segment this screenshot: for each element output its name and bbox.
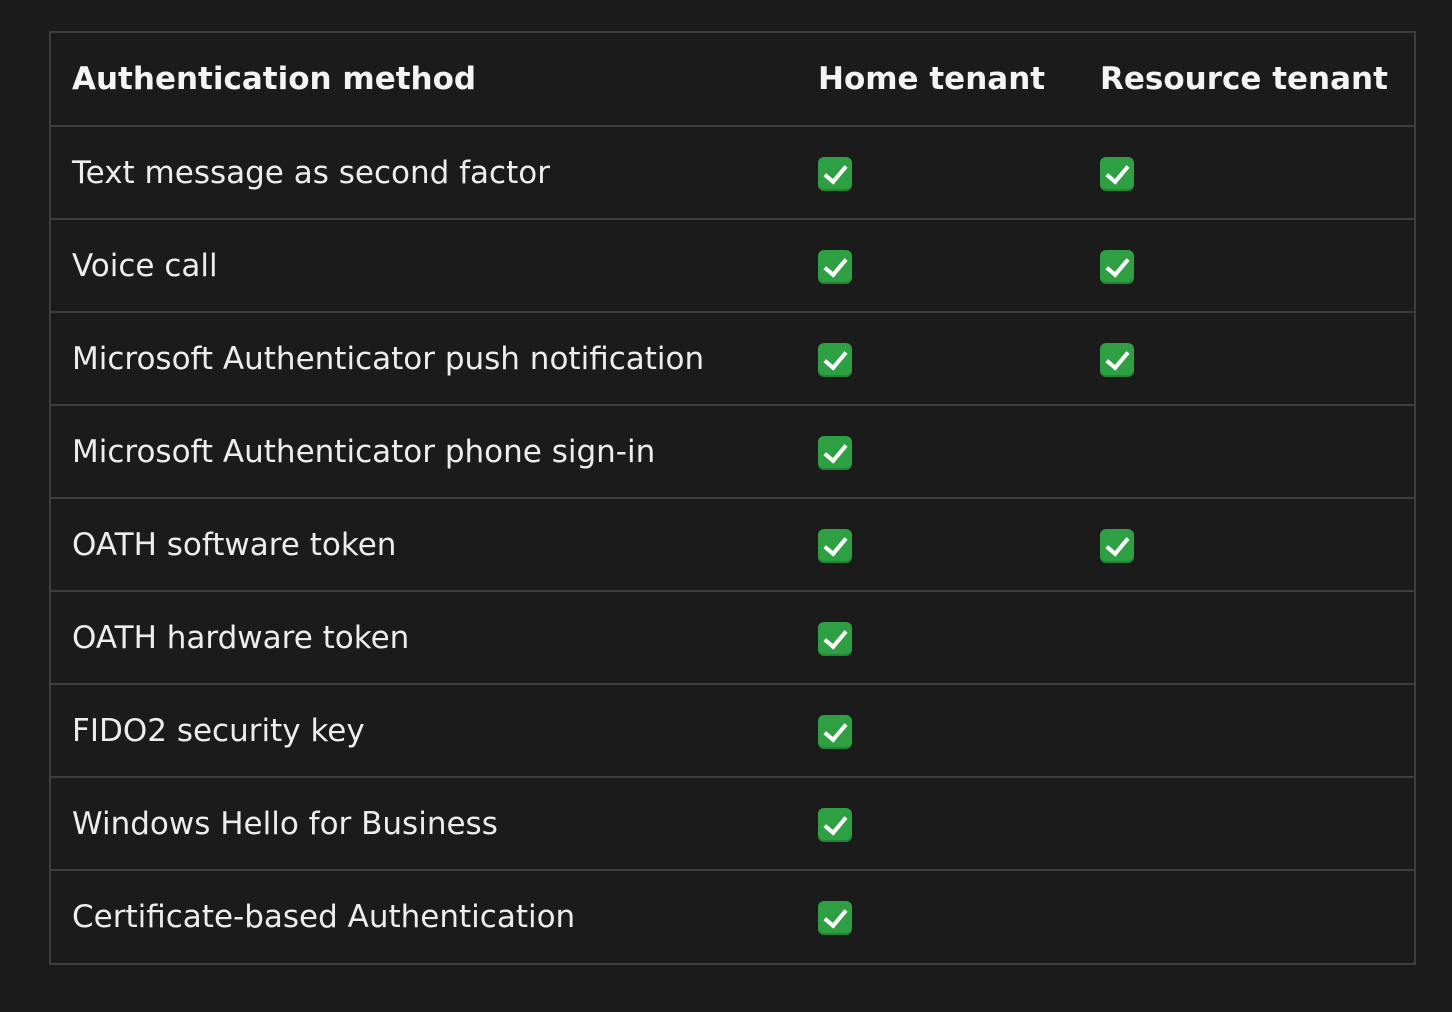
check-mark-button-icon [818, 156, 852, 191]
check-mark-button-icon [818, 435, 852, 470]
table-row: OATH hardware token [51, 590, 1414, 684]
header-home-tenant: Home tenant [797, 33, 1079, 127]
table-row: Text message as second factor [51, 126, 1414, 219]
method-cell: Voice call [51, 218, 797, 312]
home-tenant-cell [797, 497, 1079, 591]
table-row: Voice call [51, 218, 1414, 312]
table-row: Microsoft Authenticator push notificatio… [51, 311, 1414, 405]
resource-tenant-cell [1079, 869, 1414, 963]
home-tenant-cell [797, 590, 1079, 684]
method-cell: OATH hardware token [51, 590, 797, 684]
home-tenant-cell [797, 126, 1079, 219]
method-cell: Windows Hello for Business [51, 776, 797, 870]
resource-tenant-cell [1079, 404, 1414, 498]
home-tenant-cell [797, 869, 1079, 963]
home-tenant-cell [797, 311, 1079, 405]
method-cell: Microsoft Authenticator push notificatio… [51, 311, 797, 405]
table-row: Certificate-based Authentication [51, 869, 1414, 963]
resource-tenant-cell [1079, 776, 1414, 870]
check-mark-button-icon [1100, 528, 1134, 563]
table-body: Text message as second factor Voice call M… [51, 126, 1414, 963]
home-tenant-cell [797, 404, 1079, 498]
resource-tenant-cell [1079, 590, 1414, 684]
header-resource-tenant: Resource tenant [1079, 33, 1414, 127]
check-mark-button-icon [1100, 156, 1134, 191]
method-cell: FIDO2 security key [51, 683, 797, 777]
check-mark-button-icon [818, 901, 852, 936]
header-row: Authentication method Home tenant Resour… [51, 33, 1414, 127]
check-mark-button-icon [818, 621, 852, 656]
check-mark-button-icon [818, 249, 852, 284]
auth-methods-table-container: Authentication method Home tenant Resour… [49, 31, 1416, 965]
check-mark-button-icon [818, 714, 852, 749]
method-cell: Text message as second factor [72, 154, 550, 191]
table-row: OATH software token [51, 497, 1414, 591]
resource-tenant-cell [1079, 126, 1414, 219]
auth-methods-table: Authentication method Home tenant Resour… [51, 33, 1414, 963]
table-row: FIDO2 security key [51, 683, 1414, 777]
method-cell: Microsoft Authenticator phone sign-in [51, 404, 797, 498]
home-tenant-cell [797, 683, 1079, 777]
resource-tenant-cell [1079, 218, 1414, 312]
table-header: Authentication method Home tenant Resour… [51, 33, 1414, 127]
resource-tenant-cell [1079, 311, 1414, 405]
home-tenant-cell [797, 218, 1079, 312]
check-mark-button-icon [1100, 249, 1134, 284]
check-mark-button-icon [818, 342, 852, 377]
header-authentication-method: Authentication method [51, 33, 797, 127]
check-mark-button-icon [818, 528, 852, 563]
table-row: Windows Hello for Business [51, 776, 1414, 870]
check-mark-button-icon [818, 807, 852, 842]
table-row: Microsoft Authenticator phone sign-in [51, 404, 1414, 498]
home-tenant-cell [797, 776, 1079, 870]
method-cell: Certificate-based Authentication [51, 869, 797, 963]
check-mark-button-icon [1100, 342, 1134, 377]
method-cell: OATH software token [51, 497, 797, 591]
resource-tenant-cell [1079, 497, 1414, 591]
resource-tenant-cell [1079, 683, 1414, 777]
